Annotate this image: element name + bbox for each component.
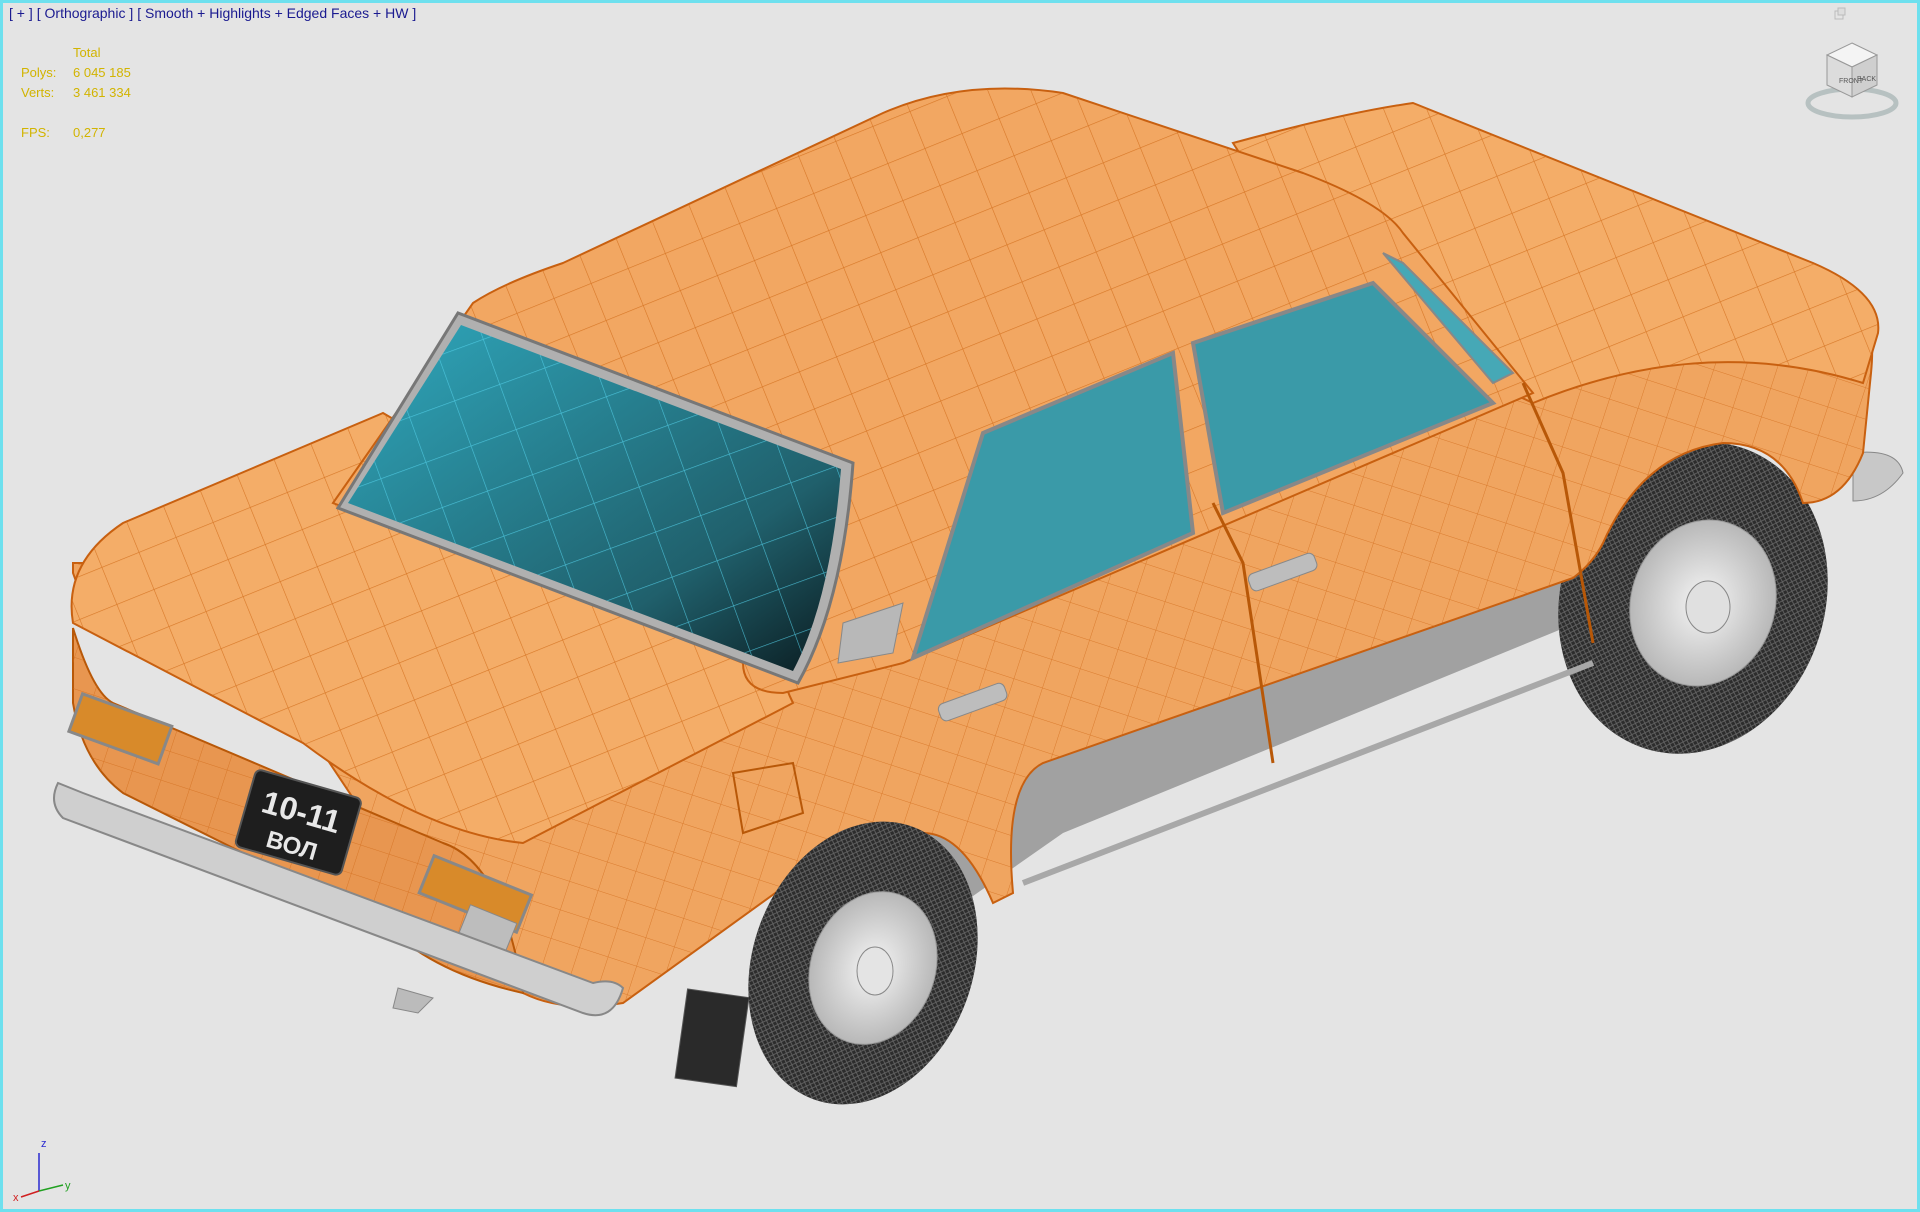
axis-y-label: y xyxy=(65,1180,71,1192)
axis-tripod-icon: z y x xyxy=(13,1138,71,1203)
car-model[interactable]: 10-11 ВОЛ xyxy=(3,3,1917,1209)
viewport-perspective[interactable]: [ + ] [ Orthographic ] [ Smooth + Highli… xyxy=(0,0,1920,1212)
axis-z-label: z xyxy=(41,1138,47,1150)
axis-x-label: x xyxy=(13,1192,19,1203)
